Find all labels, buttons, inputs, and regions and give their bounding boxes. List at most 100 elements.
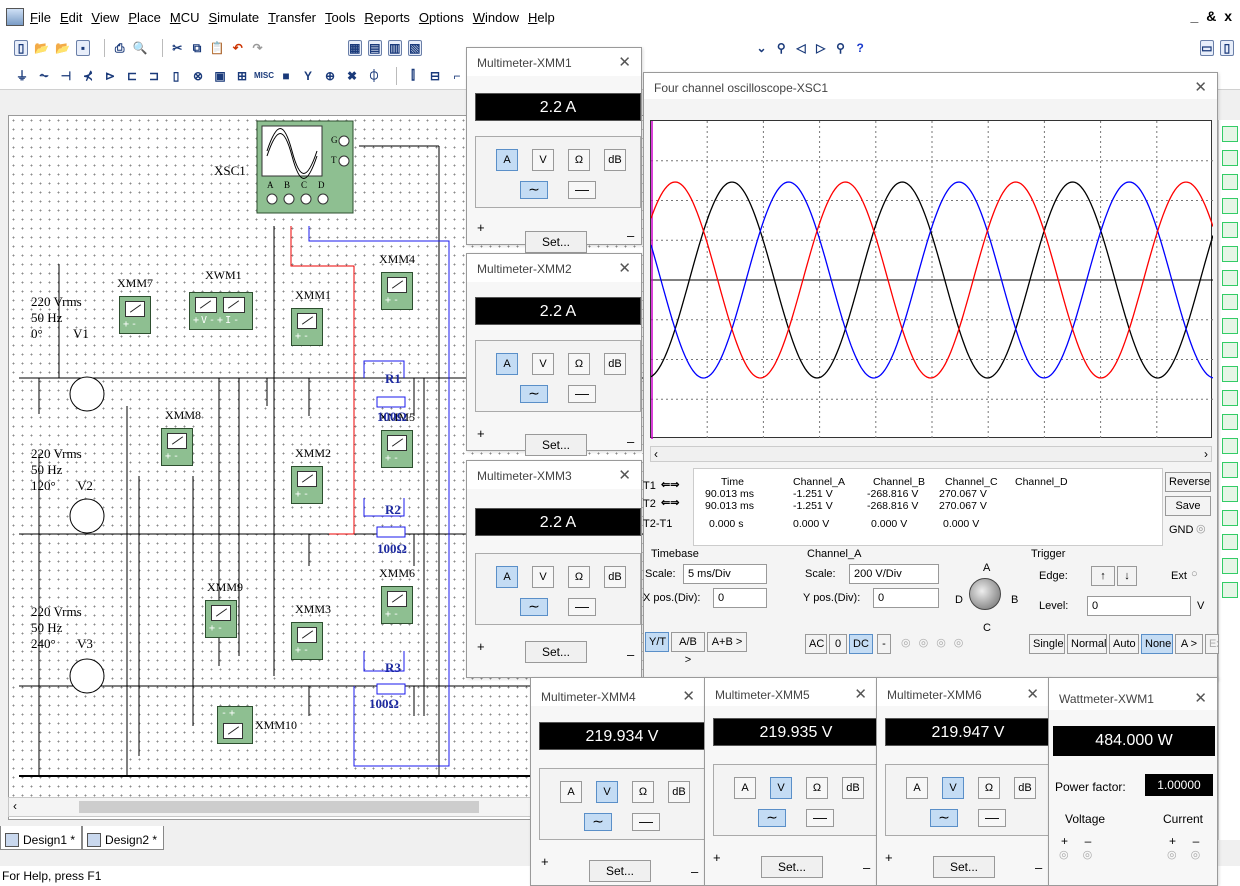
labview-icon[interactable] <box>1221 558 1238 574</box>
close-icon[interactable]: ✕ <box>618 259 631 277</box>
cut-icon[interactable]: ✂ <box>170 40 184 56</box>
ohmmeter-button[interactable]: Ω <box>568 149 590 171</box>
scroll-left-icon[interactable]: ‹ <box>13 799 17 813</box>
dropdown-chevron-icon[interactable]: ⌄ <box>755 40 769 56</box>
level-field[interactable]: 0 <box>1087 596 1191 616</box>
multimeter-xmm5-window[interactable]: Multimeter-XMM5 ✕ 219.935 V A V Ω dB ∼ — … <box>704 677 879 886</box>
multimeter-xmm10-symbol[interactable]: -+ <box>217 706 253 744</box>
dc-mode-button[interactable]: — <box>978 809 1006 827</box>
logic-converter-icon[interactable] <box>1221 318 1238 334</box>
place-misc-icon[interactable]: MISC <box>254 68 274 84</box>
ohmmeter-button[interactable]: Ω <box>978 777 1000 799</box>
place-cmos-icon[interactable]: ⊐ <box>146 68 162 84</box>
wattmeter-instrument-icon[interactable] <box>1221 174 1238 190</box>
set-button[interactable]: Set... <box>589 860 651 882</box>
frequency-counter-icon[interactable] <box>1221 270 1238 286</box>
ammeter-button[interactable]: A <box>496 353 518 375</box>
mdi-window-controls[interactable]: _ & x <box>1191 8 1234 24</box>
agilent-scope-icon[interactable] <box>1221 510 1238 526</box>
menu-help[interactable]: Help <box>528 10 555 25</box>
menu-mcu[interactable]: MCU <box>170 10 200 25</box>
table-icon[interactable]: ▤ <box>367 40 382 56</box>
save-button[interactable]: Save <box>1165 496 1211 516</box>
ac-mode-button[interactable]: ∼ <box>520 385 548 403</box>
multimeter-xmm2-symbol[interactable]: +- <box>291 466 323 504</box>
word-generator-icon[interactable] <box>1221 294 1238 310</box>
normal-button[interactable]: Normal <box>1067 634 1107 654</box>
channel-scale-field[interactable]: 200 V/Div <box>849 564 939 584</box>
ohmmeter-button[interactable]: Ω <box>632 781 654 803</box>
function-generator-icon[interactable] <box>1221 150 1238 166</box>
print-preview-icon[interactable]: 🔍 <box>133 40 148 56</box>
print-icon[interactable]: ⎙ <box>113 40 127 56</box>
place-mixed-icon[interactable]: ⊗ <box>190 68 206 84</box>
ammeter-button[interactable]: A <box>560 781 582 803</box>
close-icon[interactable]: ✕ <box>682 687 695 705</box>
dc-mode-button[interactable]: — <box>632 813 660 831</box>
place-bus-icon[interactable]: ⫿ <box>405 68 421 84</box>
spectrum-analyzer-icon[interactable] <box>1221 414 1238 430</box>
ammeter-button[interactable]: A <box>906 777 928 799</box>
terminal-icons[interactable]: ◎◎ <box>1059 848 1106 861</box>
ac-mode-button[interactable]: ∼ <box>584 813 612 831</box>
ohmmeter-button[interactable]: Ω <box>806 777 828 799</box>
dc-coupling-button[interactable]: DC <box>849 634 873 654</box>
place-diode-icon[interactable]: ⊣ <box>58 68 74 84</box>
dc-mode-button[interactable]: — <box>568 598 596 616</box>
menu-file[interactable]: File <box>30 10 51 25</box>
place-power-icon[interactable]: ⊞ <box>234 68 250 84</box>
ohmmeter-button[interactable]: Ω <box>568 353 590 375</box>
place-analog-icon[interactable]: ⊳ <box>102 68 118 84</box>
dc-mode-button[interactable]: — <box>568 181 596 199</box>
multimeter-xmm1-symbol[interactable]: +- <box>291 308 323 346</box>
zoom-icon[interactable]: ⚲ <box>834 40 848 56</box>
agilent-multimeter-icon[interactable] <box>1221 486 1238 502</box>
oscilloscope-instrument-icon[interactable] <box>1221 198 1238 214</box>
window-titlebar[interactable]: Multimeter-XMM2 ✕ <box>467 254 641 282</box>
timebase-scale-field[interactable]: 5 ms/Div <box>683 564 767 584</box>
a-trigger-button[interactable]: A > <box>1175 634 1203 654</box>
reverse-button[interactable]: Reverse <box>1165 472 1211 492</box>
probe-icon[interactable]: ⚲ <box>774 40 788 56</box>
place-connector-icon[interactable]: ⏀ <box>366 68 382 84</box>
set-button[interactable]: Set... <box>525 641 587 663</box>
ammeter-button[interactable]: A <box>496 566 518 588</box>
menu-reports[interactable]: Reports <box>364 10 410 25</box>
decibel-button[interactable]: dB <box>604 353 626 375</box>
place-source-icon[interactable]: ⏚ <box>14 68 30 84</box>
window-titlebar[interactable]: Multimeter-XMM4 ✕ <box>531 678 705 706</box>
decibel-button[interactable]: dB <box>604 149 626 171</box>
distortion-analyzer-icon[interactable] <box>1221 390 1238 406</box>
forward-annotate-icon[interactable]: ▷ <box>814 40 828 56</box>
terminal-icons[interactable]: ◎◎◎◎ <box>901 636 971 649</box>
copy-icon[interactable]: ⧉ <box>190 40 204 56</box>
voltmeter-button[interactable]: V <box>532 566 554 588</box>
place-transistor-icon[interactable]: ⊀ <box>80 68 96 84</box>
oscilloscope-screen[interactable] <box>650 120 1214 439</box>
multimeter-instrument-icon[interactable] <box>1221 126 1238 142</box>
help-icon[interactable]: ? <box>853 40 867 56</box>
window-titlebar[interactable]: Multimeter-XMM5 ✕ <box>705 678 877 706</box>
t1-arrows-icon[interactable]: ⇐⇒ <box>661 478 679 491</box>
grid-toolbar-icon[interactable]: ▦ <box>347 40 362 56</box>
multimeter-xmm6-window[interactable]: Multimeter-XMM6 ✕ 219.947 V A V Ω dB ∼ — … <box>876 677 1051 886</box>
multimeter-xmm4-window[interactable]: Multimeter-XMM4 ✕ 219.934 V A V Ω dB ∼ — … <box>530 677 706 886</box>
voltmeter-button[interactable]: V <box>942 777 964 799</box>
network-analyzer-icon[interactable] <box>1221 438 1238 454</box>
ac-coupling-button[interactable]: AC <box>805 634 827 654</box>
ext-radio[interactable]: ○ <box>1191 568 1198 580</box>
window-titlebar[interactable]: Wattmeter-XWM1 ✕ <box>1049 678 1217 710</box>
place-indicator-icon[interactable]: ▣ <box>212 68 228 84</box>
place-advanced-icon[interactable]: ■ <box>278 68 294 84</box>
y-pos-field[interactable]: 0 <box>873 588 939 608</box>
menu-view[interactable]: View <box>91 10 119 25</box>
close-icon[interactable]: ✕ <box>1026 685 1039 703</box>
open-sample-icon[interactable]: 📂 <box>55 40 70 56</box>
place-misc-digital-icon[interactable]: ▯ <box>168 68 184 84</box>
ac-mode-button[interactable]: ∼ <box>520 181 548 199</box>
ab-button[interactable]: A/B > <box>671 632 705 666</box>
grapher-icon[interactable]: ▧ <box>407 40 422 56</box>
voltmeter-button[interactable]: V <box>770 777 792 799</box>
bode-plotter-icon[interactable] <box>1221 246 1238 262</box>
a-plus-b-button[interactable]: A+B > <box>707 632 747 652</box>
